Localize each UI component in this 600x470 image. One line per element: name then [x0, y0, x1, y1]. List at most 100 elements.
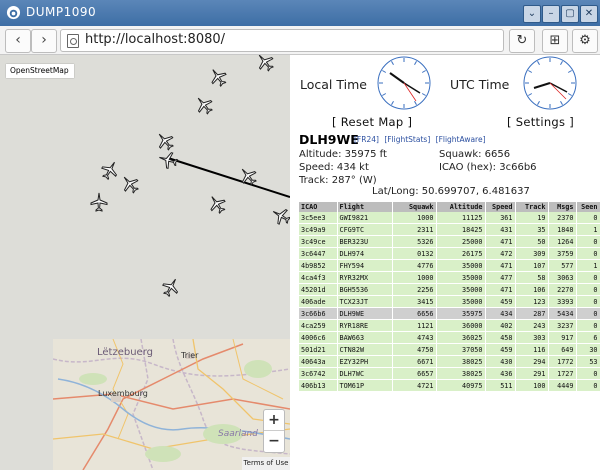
flight-cell: FHY594	[337, 259, 393, 272]
column-header-flight[interactable]: Flight	[337, 202, 393, 212]
flight-cell: TCX23JT	[337, 295, 393, 308]
flight-cell: EZY32PH	[337, 355, 393, 368]
zoom-in-button[interactable]: +	[264, 410, 284, 431]
speed-cell: 458	[485, 331, 516, 344]
table-row[interactable]: 406b13 TOM61P 4721 40975 511 100 4449 0	[299, 379, 600, 392]
squawk-cell: 0132	[392, 247, 437, 260]
squawk-cell: 3415	[392, 295, 437, 308]
window-close-button[interactable]: ✕	[580, 5, 598, 23]
reset-map-button[interactable]: [ Reset Map ]	[332, 115, 412, 129]
speed-cell: 361	[485, 212, 516, 224]
raspberry-logo-icon	[6, 5, 21, 20]
map-tile-graphic	[53, 339, 290, 470]
squawk-cell: 4750	[392, 343, 437, 356]
flight-cell: DLH7WC	[337, 367, 393, 380]
window-minimize-button[interactable]: –	[542, 5, 560, 23]
column-header-seen[interactable]: Seen	[576, 202, 600, 212]
msgs-cell: 3063	[548, 271, 577, 284]
seen-cell: 1	[576, 223, 600, 236]
altitude-cell: 18425	[436, 223, 486, 236]
column-header-squawk[interactable]: Squawk	[392, 202, 437, 212]
speed-cell: 477	[485, 271, 516, 284]
settings-button[interactable]: [ Settings ]	[507, 115, 574, 129]
window-maximize-button[interactable]: ▢	[561, 5, 579, 23]
squawk-cell: 4743	[392, 331, 437, 344]
seen-cell: 0	[576, 295, 600, 308]
msgs-cell: 1772	[548, 355, 577, 368]
reload-button[interactable]: ↻	[509, 29, 535, 53]
column-header-icao[interactable]: ICAO	[299, 202, 338, 212]
terms-of-use-link[interactable]: Terms of Use	[242, 457, 290, 470]
column-header-altitude[interactable]: Altitude	[436, 202, 486, 212]
window-menu-button[interactable]: ⌄	[523, 5, 541, 23]
table-row[interactable]: 3c49a9 CFG9TC 2311 18425 431 35 1848 1	[299, 223, 600, 236]
back-button[interactable]: ‹	[5, 29, 31, 53]
msgs-cell: 4449	[548, 379, 577, 392]
table-row[interactable]: 4006c6 BAW663 4743 36025 458 303 917 6	[299, 331, 600, 344]
icao-cell: 45201d	[299, 283, 338, 296]
altitude-cell: 25000	[436, 235, 486, 248]
column-header-msgs[interactable]: Msgs	[548, 202, 577, 212]
msgs-cell: 2270	[548, 283, 577, 296]
table-row[interactable]: 406ade TCX23JT 3415 35000 459 123 3393 0	[299, 295, 600, 308]
squawk-cell: 1000	[392, 271, 437, 284]
msgs-cell: 3759	[548, 247, 577, 260]
address-bar[interactable]: http://localhost:8080/	[60, 29, 504, 52]
flight-cell: DLH9WE	[337, 307, 393, 320]
browser-settings-button[interactable]: ⚙	[572, 29, 598, 53]
track-cell: 294	[515, 355, 549, 368]
install-app-button[interactable]: ⊞	[542, 29, 568, 53]
altitude-cell: 36000	[436, 319, 486, 332]
flightstats-link[interactable]: [FlightStats]	[384, 135, 430, 144]
map-canvas[interactable]: OpenStreetMap Lëtzebuerg Trier Luxembour…	[0, 55, 290, 470]
table-row-selected[interactable]: 3c66b6 DLH9WE 6656 35975 434 287 5434 0	[299, 307, 600, 320]
flightaware-link[interactable]: [FlightAware]	[436, 135, 486, 144]
table-row[interactable]: 501d21 CTN82W 4750 37050 459 116 649 30	[299, 343, 600, 356]
altitude-cell: 35000	[436, 295, 486, 308]
flight-cell: BGH5536	[337, 283, 393, 296]
track-cell: 106	[515, 283, 549, 296]
speed-cell: 436	[485, 367, 516, 380]
altitude-value: Altitude: 35975 ft	[299, 149, 387, 160]
altitude-cell: 35000	[436, 259, 486, 272]
flight-cell: DLH974	[337, 247, 393, 260]
table-row[interactable]: 3c6742 DLH7WC 6657 38025 436 291 1727 0	[299, 367, 600, 380]
url-text: http://localhost:8080/	[85, 32, 226, 47]
map-tiles[interactable]: Lëtzebuerg Trier Luxembourg Saarland	[53, 339, 290, 470]
browser-toolbar: ‹ › http://localhost:8080/ ↻ ⊞ ⚙	[0, 26, 600, 55]
track-cell: 58	[515, 271, 549, 284]
table-row[interactable]: 3c5ee3 GWI9821 1000 11125 361 19 2370 0	[299, 212, 600, 224]
column-header-speed[interactable]: Speed	[485, 202, 516, 212]
msgs-cell: 3393	[548, 295, 577, 308]
icao-value: ICAO (hex): 3c66b6	[439, 162, 537, 173]
squawk-cell: 4721	[392, 379, 437, 392]
speed-cell: 471	[485, 259, 516, 272]
squawk-cell: 6671	[392, 355, 437, 368]
table-row[interactable]: 4ca259 RYR18RE 1121 36000 402 243 3237 0	[299, 319, 600, 332]
track-cell: 50	[515, 235, 549, 248]
speed-cell: 459	[485, 343, 516, 356]
icao-cell: 3c6447	[299, 247, 338, 260]
table-row[interactable]: 3c6447 DLH974 0132 26175 472 309 3759 0	[299, 247, 600, 260]
table-row[interactable]: 4ca4f3 RYR32MX 1000 35000 477 58 3063 0	[299, 271, 600, 284]
table-row[interactable]: 3c49ce BER323U 5326 25000 471 50 1264 0	[299, 235, 600, 248]
seen-cell: 0	[576, 319, 600, 332]
squawk-cell: 1000	[392, 212, 437, 224]
track-cell: 287	[515, 307, 549, 320]
column-header-track[interactable]: Track	[515, 202, 549, 212]
altitude-cell: 40975	[436, 379, 486, 392]
speed-cell: 471	[485, 235, 516, 248]
forward-button[interactable]: ›	[31, 29, 57, 53]
table-row[interactable]: 45201d BGH5536 2256 35000 471 106 2270 0	[299, 283, 600, 296]
track-value: Track: 287° (W)	[299, 175, 377, 186]
map-place-label: Trier	[181, 351, 199, 360]
fr24-link[interactable]: [FR24]	[354, 135, 379, 144]
flight-cell: GWI9821	[337, 212, 393, 224]
aircraft-icon[interactable]	[89, 192, 109, 212]
table-row[interactable]: 4b9852 FHY594 4776 35000 471 107 577 1	[299, 259, 600, 272]
table-row[interactable]: 40643a EZY32PH 6671 38025 430 294 1772 53	[299, 355, 600, 368]
speed-cell: 472	[485, 247, 516, 260]
utc-time-label: UTC Time	[450, 77, 510, 92]
external-links: [FR24] [FlightStats] [FlightAware]	[354, 135, 489, 144]
zoom-out-button[interactable]: −	[264, 431, 284, 451]
